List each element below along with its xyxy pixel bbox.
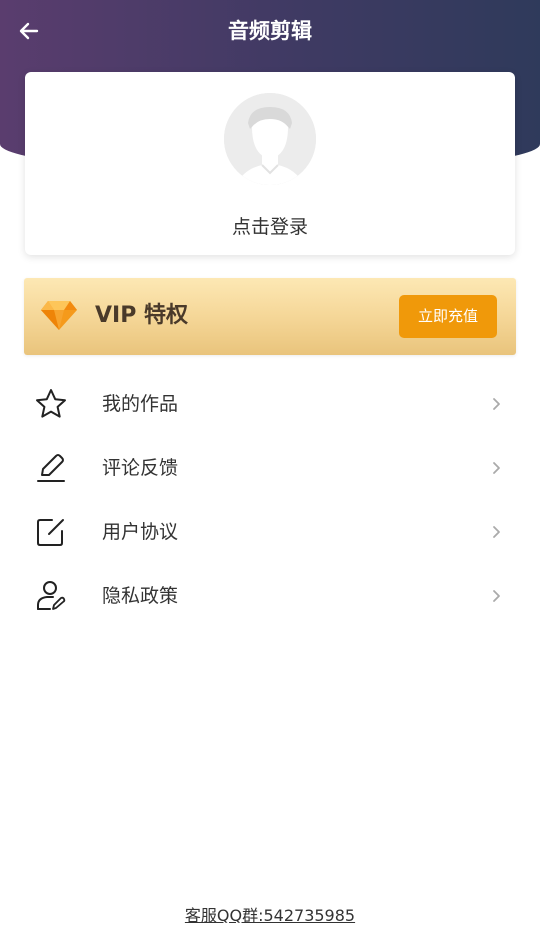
vip-banner: VIP 特权 立即充值 [24, 278, 516, 355]
chevron-right-icon [493, 462, 500, 474]
menu-item-my-works[interactable]: 我的作品 [0, 372, 540, 436]
user-edit-icon [37, 581, 66, 610]
edit-icon [37, 519, 64, 546]
chevron-right-icon [493, 398, 500, 410]
menu-item-privacy-policy[interactable]: 隐私政策 [0, 564, 540, 628]
vip-title: VIP 特权 [95, 303, 188, 328]
diamond-icon [41, 301, 77, 330]
menu-item-label: 隐私政策 [102, 585, 179, 607]
chevron-right-icon [493, 590, 500, 602]
menu-item-label: 用户协议 [102, 521, 179, 543]
customer-service-link[interactable]: 客服QQ群:542735985 [0, 902, 540, 926]
profile-card[interactable]: 点击登录 [25, 72, 515, 255]
menu-item-user-agreement[interactable]: 用户协议 [0, 500, 540, 564]
pen-icon [37, 454, 65, 482]
login-link[interactable]: 点击登录 [25, 212, 515, 239]
menu-list: 我的作品 评论反馈 用户协议 隐私政策 [0, 372, 540, 628]
recharge-button[interactable]: 立即充值 [399, 295, 497, 338]
star-icon [36, 389, 66, 418]
menu-item-feedback[interactable]: 评论反馈 [0, 436, 540, 500]
chevron-right-icon [493, 526, 500, 538]
menu-item-label: 评论反馈 [102, 457, 179, 479]
menu-item-label: 我的作品 [102, 393, 179, 415]
page-title: 音频剪辑 [228, 19, 312, 43]
default-avatar-icon[interactable] [224, 93, 316, 185]
